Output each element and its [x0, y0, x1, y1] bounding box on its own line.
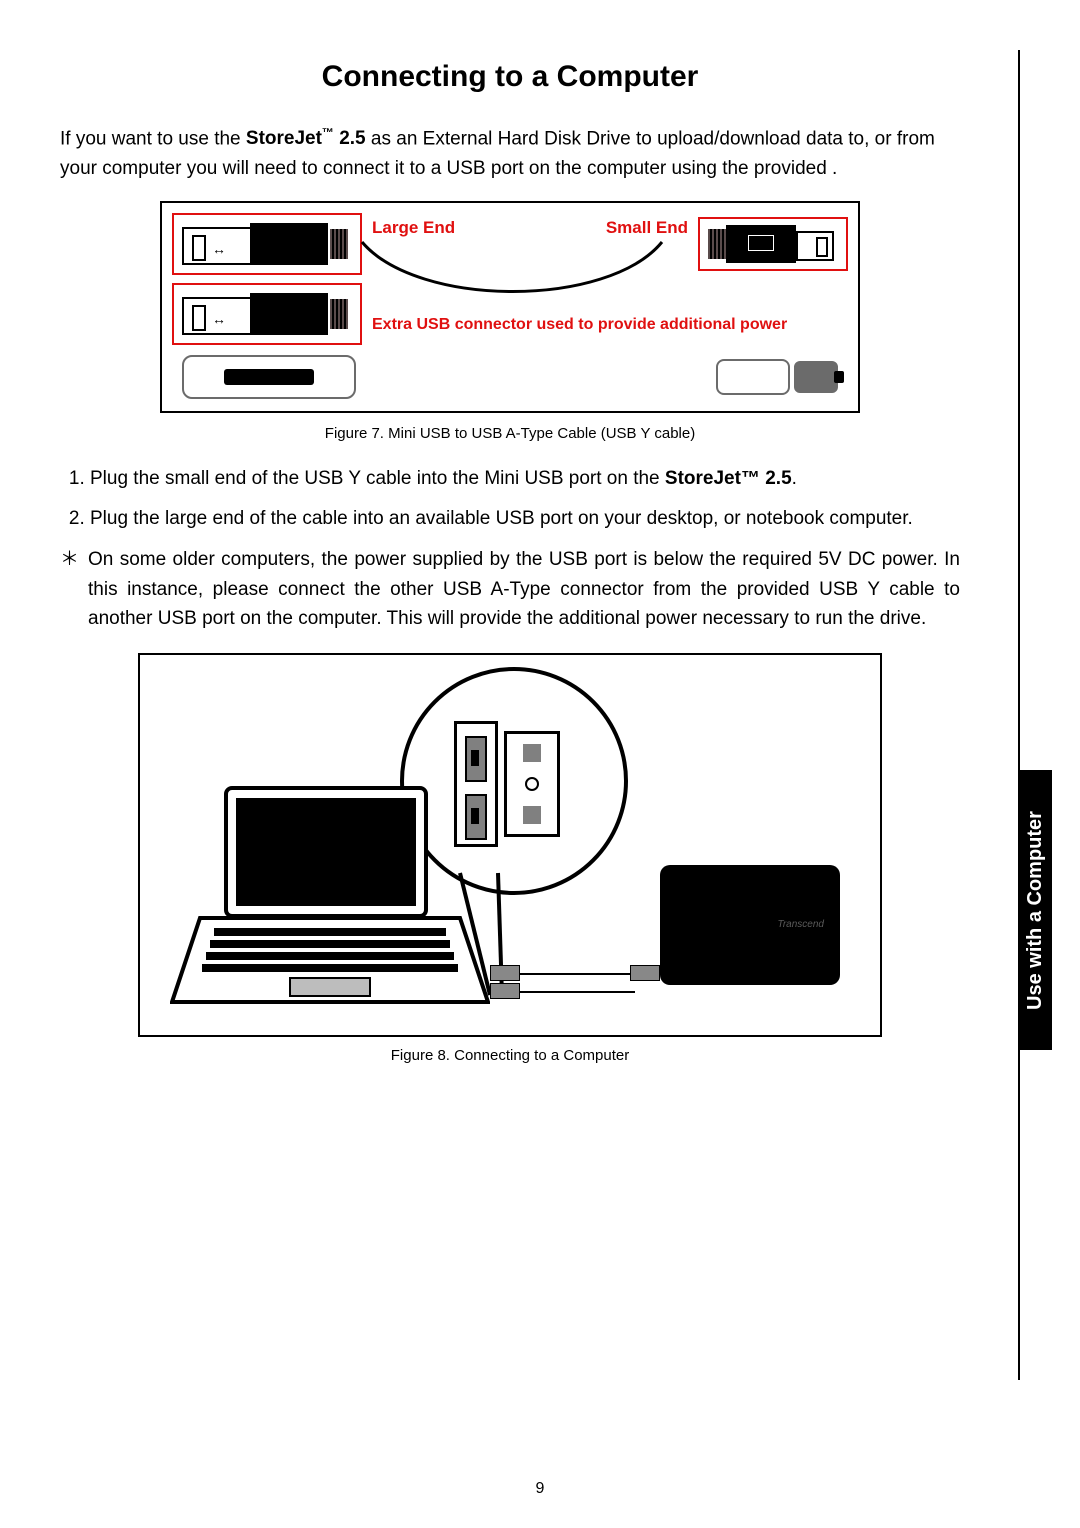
product-name: StoreJet	[665, 468, 741, 489]
section-tab-label: Use with a Computer	[1024, 811, 1047, 1010]
trademark-icon: ™	[322, 126, 334, 140]
cable-line-icon	[520, 991, 635, 993]
figure-8-caption: Figure 8. Connecting to a Computer	[60, 1047, 960, 1064]
large-end-label: Large End	[372, 218, 455, 238]
section-tab: Use with a Computer	[1018, 770, 1052, 1050]
usb-a-side-view-icon	[182, 355, 356, 399]
figure-7-caption: Figure 7. Mini USB to USB A-Type Cable (…	[60, 425, 960, 442]
trademark-icon: ™	[741, 468, 760, 489]
product-name: StoreJet	[246, 128, 322, 149]
page-number: 9	[0, 1480, 1080, 1498]
product-version: 2.5	[334, 128, 366, 149]
product-version: 2.5	[760, 468, 792, 489]
usb-icon: ↔	[212, 241, 226, 257]
content-right-border	[1018, 50, 1020, 1380]
extra-usb-a-connector: ↔	[172, 283, 362, 345]
mini-usb-housing-side-icon	[716, 359, 790, 395]
figure-8-connection-diagram: Transcend	[138, 653, 882, 1037]
large-end-usb-a-connector: ↔	[172, 213, 362, 275]
laptop-icon	[170, 780, 490, 1015]
step-1: Plug the small end of the USB Y cable in…	[90, 464, 960, 493]
cable-connector-icon	[490, 965, 520, 981]
small-end-mini-usb-connector	[698, 217, 848, 271]
small-end-label: Small End	[606, 218, 688, 238]
figure-7-cable-diagram: ↔ Large End Small End	[160, 201, 860, 413]
cable-arc-icon	[358, 238, 668, 298]
step-2: Plug the large end of the cable into an …	[90, 504, 960, 533]
intro-paragraph: If you want to use the StoreJet™ 2.5 as …	[60, 124, 960, 183]
cable-connector-icon	[490, 983, 520, 999]
intro-text-prefix: If you want to use the	[60, 128, 246, 149]
note-text: On some older computers, the power suppl…	[88, 545, 960, 633]
mini-usb-plug-side-icon	[794, 361, 838, 393]
note-item: ＊ On some older computers, the power sup…	[60, 545, 960, 633]
page-content: Connecting to a Computer If you want to …	[60, 60, 960, 1064]
usb-plug-front-icon	[504, 731, 560, 837]
instruction-list: Plug the small end of the USB Y cable in…	[60, 464, 960, 533]
page-title: Connecting to a Computer	[60, 60, 960, 94]
step-1-text: Plug the small end of the USB Y cable in…	[90, 468, 665, 489]
asterisk-icon: ＊	[60, 545, 88, 633]
drive-brand-label: Transcend	[777, 919, 824, 930]
external-drive-icon: Transcend	[660, 865, 840, 985]
step-1-end: .	[792, 468, 797, 489]
cable-connector-icon	[630, 965, 660, 981]
usb-icon: ↔	[212, 311, 226, 327]
